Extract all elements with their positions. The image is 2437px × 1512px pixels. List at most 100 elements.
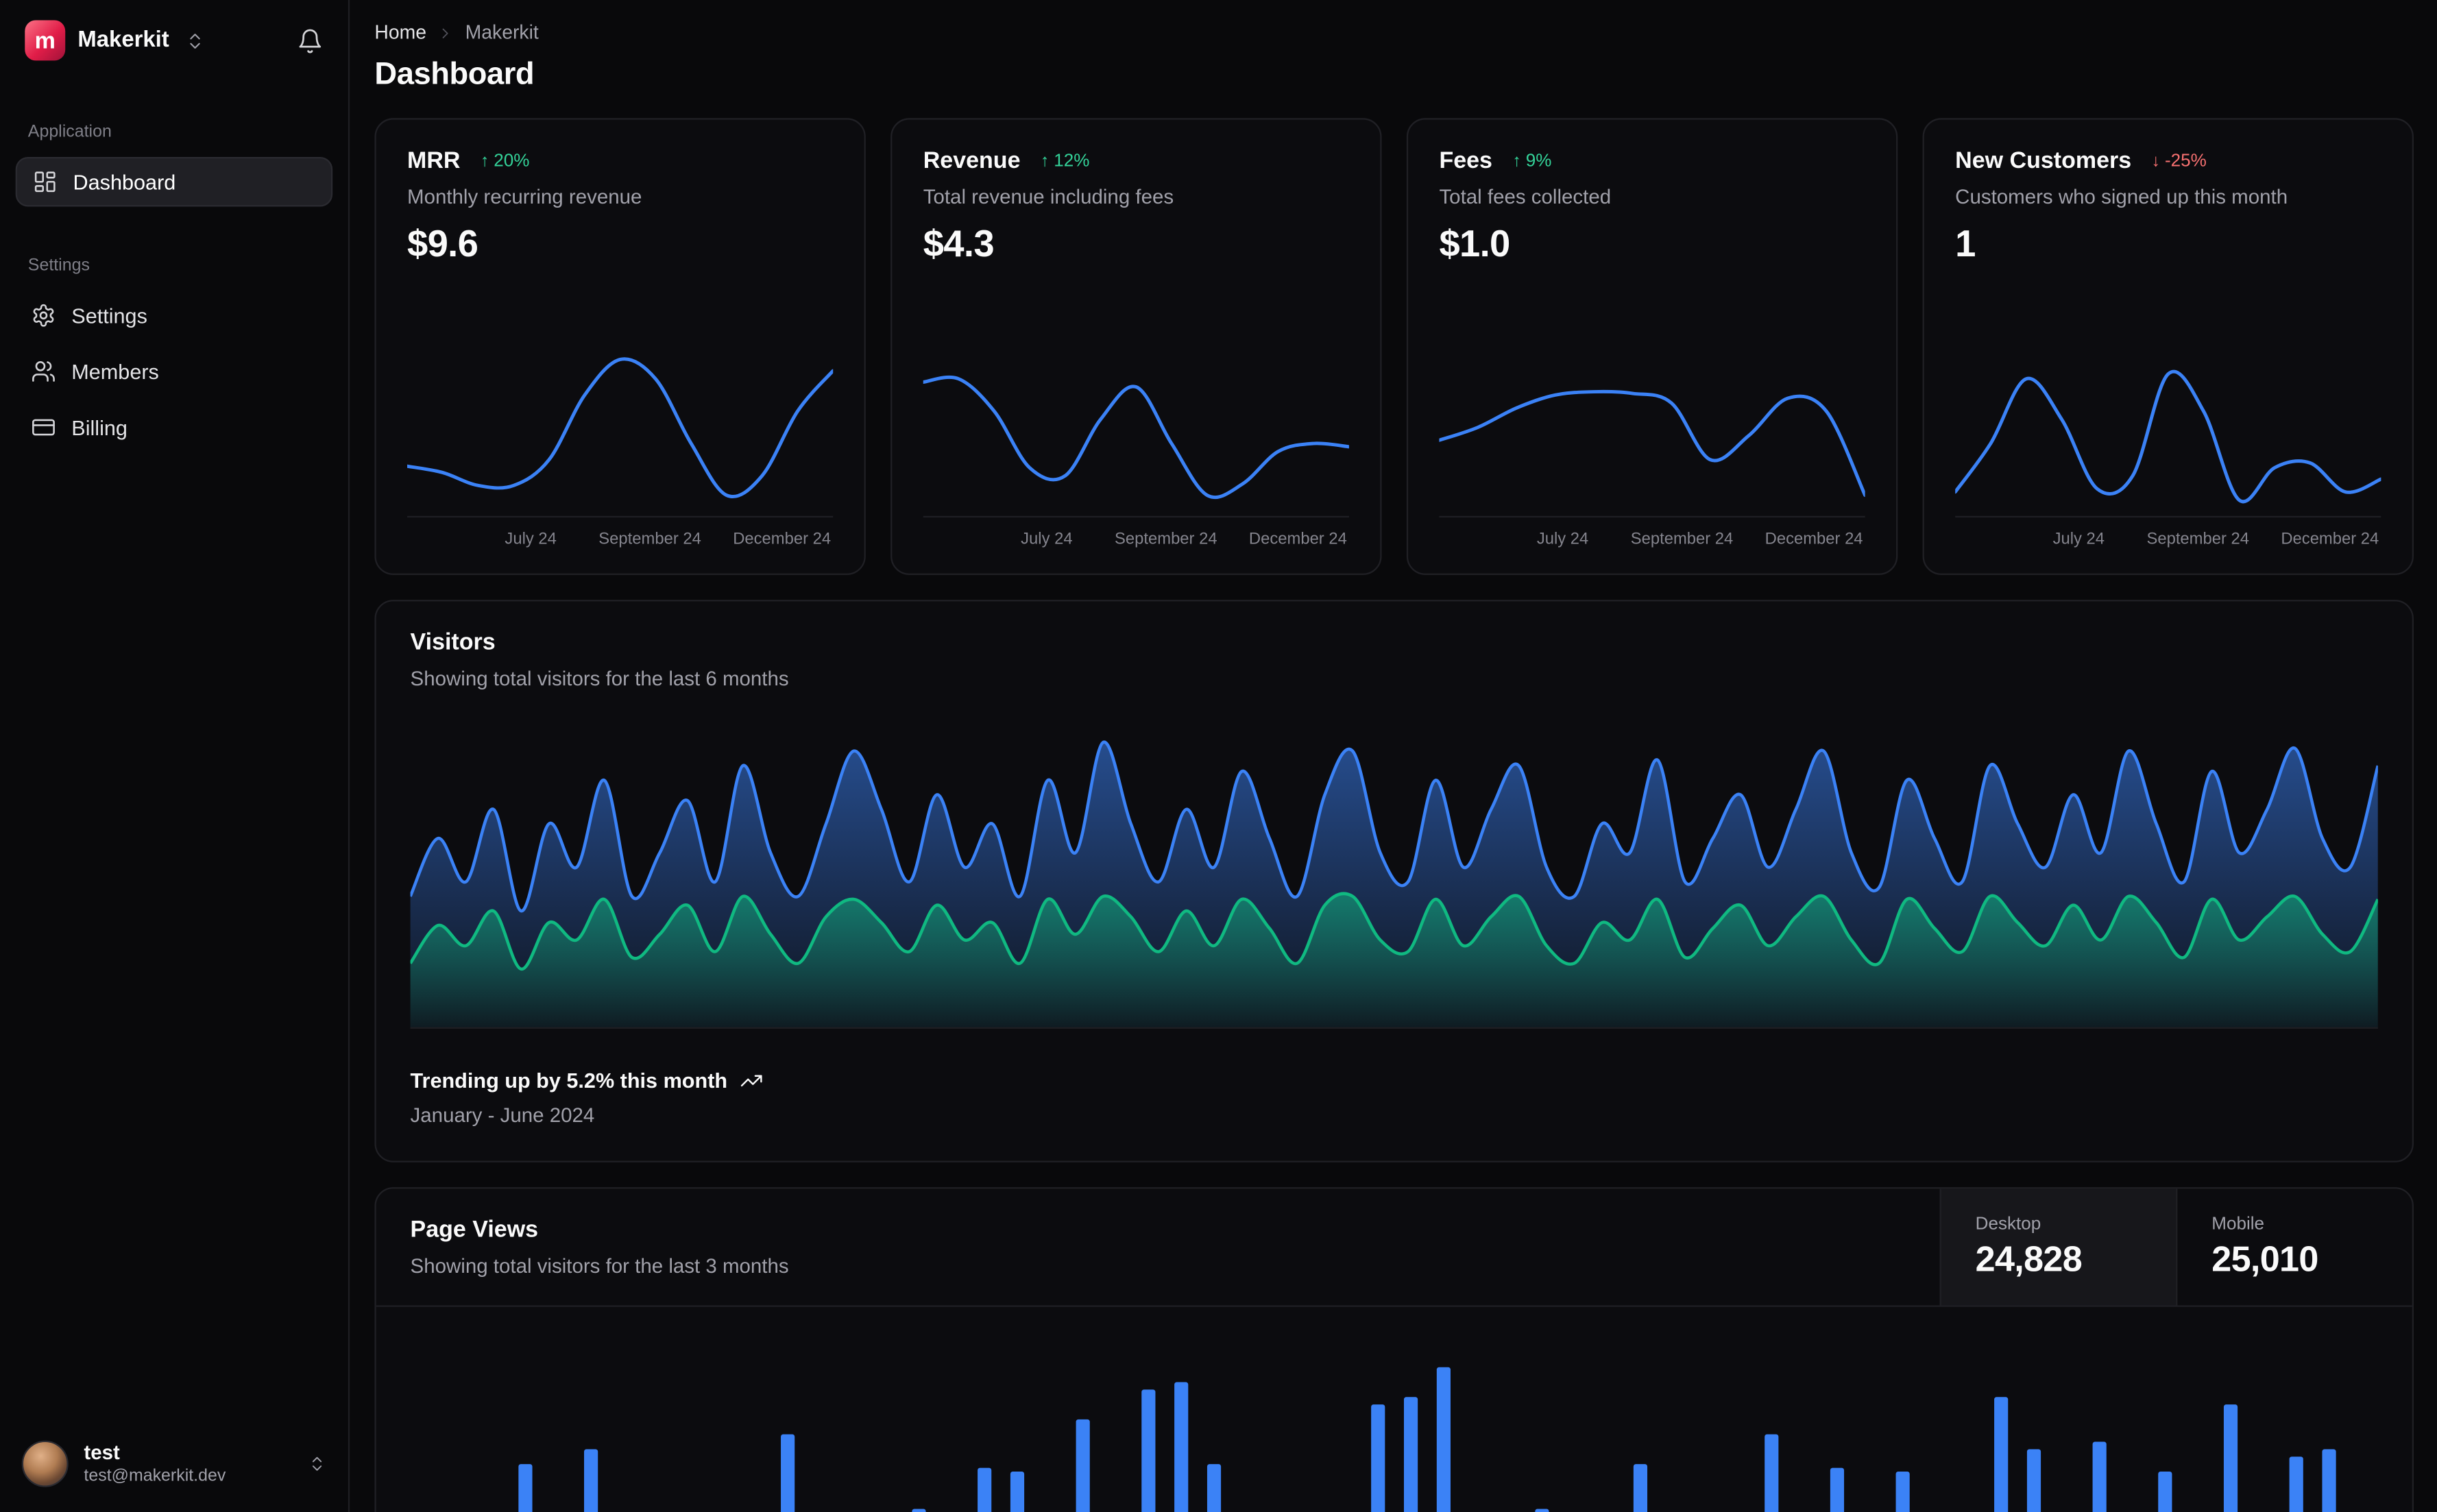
x-axis-label: July 24 [505,530,557,549]
makerkit-logo: m [25,20,66,61]
visitors-title: Visitors [410,629,496,656]
page-views-header: Page Views Showing total visitors for th… [376,1188,2412,1307]
layout-dashboard-icon [34,171,56,193]
sidebar-item-settings[interactable]: Settings [16,291,333,341]
trend-badge: 12% [1041,151,1089,170]
x-axis-label: December 24 [733,530,832,549]
x-axis-label: September 24 [1115,530,1217,549]
sidebar-item-dashboard[interactable]: Dashboard [15,156,333,207]
fees-sparkline-chart [1439,334,1865,517]
sidebar-item-label: Members [71,359,159,383]
trend-up-icon [1041,151,1049,170]
credit-card-icon [32,419,55,436]
chart-x-axis: July 24 September 24 December 24 [923,517,1349,554]
page-views-toggle-desktop[interactable]: Desktop 24,828 [1939,1188,2177,1306]
page-views-bar-chart [376,1307,2412,1512]
stat-cards-row: MRR 20% Monthly recurring revenue $9.6 J… [374,118,2414,575]
trending-up-icon [740,1075,762,1087]
sidebar-section-settings: Settings [27,256,90,276]
x-axis-label: July 24 [1536,530,1589,549]
chart-x-axis: July 24 September 24 December 24 [1439,517,1865,554]
trend-value: 20% [494,151,530,171]
mrr-sparkline-chart [407,334,834,517]
stat-value: $4.3 [923,223,995,266]
toggle-label: Desktop [1975,1214,2041,1234]
trend-up-icon [1512,151,1520,170]
x-axis-label: December 24 [1765,530,1863,549]
workspace-selector[interactable]: m Makerkit [16,20,333,61]
trend-value: -25% [2164,151,2207,171]
users-icon [32,361,55,382]
x-axis-label: July 24 [2052,530,2105,549]
trend-up-icon [481,151,489,170]
stat-value: 1 [1955,223,1976,266]
user-menu[interactable]: test test@makerkit.dev [16,1435,333,1493]
sidebar-item-label: Settings [71,304,147,328]
chevrons-up-down-icon [308,1454,326,1473]
visitors-subtitle: Showing total visitors for the last 6 mo… [410,666,789,690]
stat-subtitle: Customers who signed up this month [1955,184,2288,208]
breadcrumb: Home Makerkit [374,22,2414,44]
logo-letter: m [34,27,56,54]
breadcrumb-current: Makerkit [465,21,539,44]
x-axis-label: December 24 [1248,530,1347,549]
x-axis-label: July 24 [1021,530,1073,549]
visitors-date-range: January - June 2024 [410,1103,595,1127]
toggle-label: Mobile [2211,1214,2265,1234]
stat-card-mrr: MRR 20% Monthly recurring revenue $9.6 J… [374,118,866,575]
trend-badge: -25% [2152,151,2207,170]
breadcrumb-home-link[interactable]: Home [374,22,426,44]
stat-subtitle: Total fees collected [1439,184,1612,208]
stat-card-fees: Fees 9% Total fees collected $1.0 July 2… [1406,118,1898,575]
workspace-name: Makerkit [77,27,169,53]
trend-badge: 20% [481,151,529,170]
trend-value: 12% [1054,151,1090,171]
stat-value: $9.6 [407,223,478,266]
chevrons-up-down-icon [184,30,204,50]
page-views-card: Page Views Showing total visitors for th… [374,1187,2414,1512]
visitors-card: Visitors Showing total visitors for the … [374,600,2414,1162]
trend-down-icon [2152,151,2160,170]
stat-title: MRR [407,147,461,174]
visitors-area-chart [410,731,2378,1029]
stat-card-revenue: Revenue 12% Total revenue including fees… [890,118,1382,575]
trend-value: 9% [1525,151,1552,171]
bell-icon[interactable] [297,27,324,54]
main-content: Home Makerkit Dashboard MRR 20% Monthly … [351,0,2437,1512]
sidebar-item-label: Dashboard [73,170,176,194]
sidebar: m Makerkit Application Dashboard Setting… [0,0,350,1512]
x-axis-label: December 24 [2281,530,2379,549]
sidebar-item-label: Billing [71,415,128,439]
user-avatar [21,1440,69,1487]
page-views-title: Page Views [410,1217,539,1243]
user-email: test@makerkit.dev [84,1467,226,1486]
stat-title: New Customers [1955,147,2132,174]
stat-title: Fees [1439,147,1492,174]
stat-value: $1.0 [1439,223,1510,266]
sidebar-section-application: Application [27,123,112,142]
toggle-value: 25,010 [2211,1237,2318,1278]
sidebar-item-members[interactable]: Members [16,347,333,397]
stat-subtitle: Total revenue including fees [923,184,1174,208]
new-customers-sparkline-chart [1955,334,2381,517]
sidebar-item-billing[interactable]: Billing [16,402,333,452]
chart-x-axis: July 24 September 24 December 24 [407,517,833,554]
page-views-toggle-mobile[interactable]: Mobile 25,010 [2176,1188,2412,1306]
makerkit-dashboard-app: m Makerkit Application Dashboard Setting… [0,0,2437,1512]
chevron-right-icon [437,24,454,41]
revenue-sparkline-chart [923,334,1349,517]
chart-x-axis: July 24 September 24 December 24 [1955,517,2381,554]
stat-card-new-customers: New Customers -25% Customers who signed … [1922,118,2414,575]
user-name: test [84,1440,120,1464]
visitors-footer: Trending up by 5.2% this month January -… [411,1069,2378,1127]
stat-title: Revenue [923,147,1021,174]
page-title: Dashboard [374,57,535,92]
x-axis-label: September 24 [1630,530,1734,549]
x-axis-label: September 24 [2146,530,2250,549]
gear-icon [33,304,54,327]
visitors-trend-text: Trending up by 5.2% this month [410,1069,728,1093]
stat-subtitle: Monthly recurring revenue [407,184,642,208]
x-axis-label: September 24 [598,530,701,549]
toggle-value: 24,828 [1975,1237,2083,1278]
trend-badge: 9% [1512,151,1552,171]
